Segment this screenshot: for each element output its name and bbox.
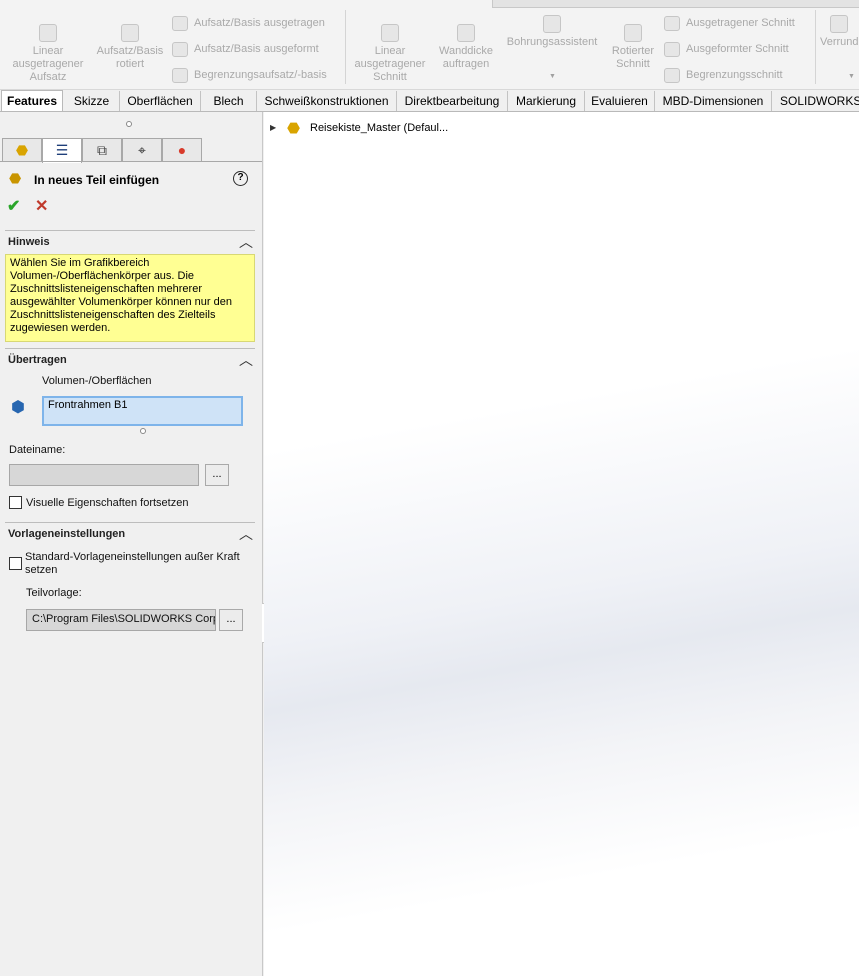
boundary-boss-icon xyxy=(172,67,188,83)
hint-section-title: Hinweis xyxy=(8,236,50,248)
feature-tree-icon: ⬣ xyxy=(15,142,29,158)
collapse-chevron-icon[interactable]: ︿ xyxy=(239,524,253,544)
tab-direktbearbeitung[interactable]: Direktbearbeitung xyxy=(397,91,508,111)
lofted-boss-button[interactable]: Aufsatz/Basis ausgeformt xyxy=(172,41,319,57)
hole-wizard-icon xyxy=(543,15,561,33)
panel-splitter-grip[interactable] xyxy=(126,121,132,127)
revolved-cut-icon xyxy=(624,24,642,42)
solid-body-icon: ⬢ xyxy=(11,399,25,416)
revolved-cut-button[interactable]: Rotierter Schnitt xyxy=(607,24,659,71)
ribbon-separator xyxy=(815,10,816,84)
bodies-selection-box[interactable]: Frontrahmen B1 xyxy=(42,396,243,426)
extruded-boss-button[interactable]: Linear ausgetragener Aufsatz xyxy=(8,24,88,84)
selection-box-resize-grip[interactable] xyxy=(140,428,146,434)
part-template-label: Teilvorlage: xyxy=(26,587,82,599)
transfer-section-title: Übertragen xyxy=(8,354,67,366)
extruded-boss-icon xyxy=(39,24,57,42)
tab-schweisskonstruktionen[interactable]: Schweißkonstruktionen xyxy=(257,91,397,111)
visual-properties-checkbox[interactable] xyxy=(9,496,22,509)
revolved-boss-icon xyxy=(121,24,139,42)
property-manager-title: In neues Teil einfügen xyxy=(34,173,160,187)
configuration-icon: ⧉ xyxy=(97,142,107,158)
tab-features[interactable]: Features xyxy=(1,90,63,111)
feature-manager-tab[interactable]: ⬣ xyxy=(2,138,42,162)
expand-arrow-icon[interactable]: ▶ xyxy=(270,123,276,132)
help-icon[interactable]: ? xyxy=(233,171,248,186)
filename-field[interactable] xyxy=(9,464,199,486)
fillet-button[interactable]: Verrund xyxy=(820,15,859,49)
part-template-browse-button[interactable]: ... xyxy=(219,609,243,631)
ribbon-separator xyxy=(345,10,346,84)
revolved-boss-button[interactable]: Aufsatz/Basis rotiert xyxy=(94,24,166,71)
configuration-manager-tab[interactable]: ⧉ xyxy=(82,138,122,162)
property-list-icon: ☰ xyxy=(55,142,69,158)
boundary-boss-button[interactable]: Begrenzungsaufsatz/-basis xyxy=(172,67,327,83)
tab-evaluieren[interactable]: Evaluieren xyxy=(585,91,655,111)
property-manager-tab[interactable]: ☰ xyxy=(42,138,82,163)
collapse-chevron-icon[interactable]: ︿ xyxy=(239,232,253,252)
property-manager-panel: ⬣ ☰ ⧉ ⌖ ● ⬣ In neues Teil einfügen ? ✔ ✕… xyxy=(0,112,263,976)
insert-into-new-part-icon: ⬣ xyxy=(9,170,22,186)
cancel-button[interactable]: ✕ xyxy=(35,196,48,216)
thicken-icon xyxy=(457,24,475,42)
override-template-label: Standard-Vorlageneinstellungen außer Kra… xyxy=(25,551,240,576)
ok-button[interactable]: ✔ xyxy=(7,196,20,216)
hole-wizard-dropdown-icon[interactable]: ▼ xyxy=(549,73,556,80)
extruded-cut-button[interactable]: Linear ausgetragener Schnitt xyxy=(350,24,430,84)
lofted-cut-button[interactable]: Ausgeformter Schnitt xyxy=(664,41,789,57)
graphics-area[interactable]: ▶ ⬣ Reisekiste_Master (Defaul... xyxy=(264,112,859,976)
template-section-header[interactable]: Vorlageneinstellungen ︿ xyxy=(5,522,255,542)
tree-root-part[interactable]: Reisekiste_Master (Defaul... xyxy=(310,122,448,134)
hint-section-header[interactable]: Hinweis ︿ xyxy=(5,230,255,250)
swept-boss-button[interactable]: Aufsatz/Basis ausgetragen xyxy=(172,15,325,31)
template-section-title: Vorlageneinstellungen xyxy=(8,528,126,540)
filename-browse-button[interactable]: ... xyxy=(205,464,229,486)
visual-properties-label: Visuelle Eigenschaften fortsetzen xyxy=(26,497,189,509)
command-manager-tabs: Features Skizze Oberflächen Blech Schwei… xyxy=(0,90,859,112)
filename-label: Dateiname: xyxy=(9,444,66,456)
hint-message: Wählen Sie im Grafikbereich Volumen-/Obe… xyxy=(5,254,255,342)
part-icon: ⬣ xyxy=(287,120,301,137)
extruded-cut-icon xyxy=(381,24,399,42)
tab-oberflaechen[interactable]: Oberflächen xyxy=(120,91,201,111)
boundary-cut-icon xyxy=(664,67,680,83)
tab-blech[interactable]: Blech xyxy=(201,91,257,111)
part-template-field[interactable]: C:\Program Files\SOLIDWORKS Corp xyxy=(26,609,216,631)
override-template-checkbox[interactable] xyxy=(9,557,22,570)
swept-boss-icon xyxy=(172,15,188,31)
collapse-chevron-icon[interactable]: ︿ xyxy=(239,350,253,370)
swept-cut-button[interactable]: Ausgetragener Schnitt xyxy=(664,15,795,31)
tab-solidworks-addins[interactable]: SOLIDWORKS Z xyxy=(772,91,859,111)
swept-cut-icon xyxy=(664,15,680,31)
thicken-button[interactable]: Wanddicke auftragen xyxy=(434,24,498,71)
display-manager-tab[interactable]: ● xyxy=(162,138,202,162)
manager-tabs-baseline xyxy=(0,161,262,162)
crosshair-icon: ⌖ xyxy=(138,142,146,158)
tab-skizze[interactable]: Skizze xyxy=(64,91,120,111)
appearance-sphere-icon: ● xyxy=(177,142,187,158)
lofted-cut-icon xyxy=(664,41,680,57)
hole-wizard-button[interactable]: Bohrungsassistent xyxy=(503,15,601,49)
tab-mbd-dimensionen[interactable]: MBD-Dimensionen xyxy=(655,91,772,111)
command-manager-ribbon: Linear ausgetragener Aufsatz Aufsatz/Bas… xyxy=(0,0,859,90)
title-strip xyxy=(492,0,859,8)
boundary-cut-button[interactable]: Begrenzungsschnitt xyxy=(664,67,783,83)
dimxpert-manager-tab[interactable]: ⌖ xyxy=(122,138,162,162)
transfer-section-header[interactable]: Übertragen ︿ xyxy=(5,348,255,368)
bodies-label: Volumen-/Oberflächen xyxy=(42,375,152,387)
lofted-boss-icon xyxy=(172,41,188,57)
fillet-dropdown-icon[interactable]: ▼ xyxy=(848,73,855,80)
selected-body-item[interactable]: Frontrahmen B1 xyxy=(48,399,127,411)
tab-markierung[interactable]: Markierung xyxy=(508,91,585,111)
fillet-icon xyxy=(830,15,848,33)
